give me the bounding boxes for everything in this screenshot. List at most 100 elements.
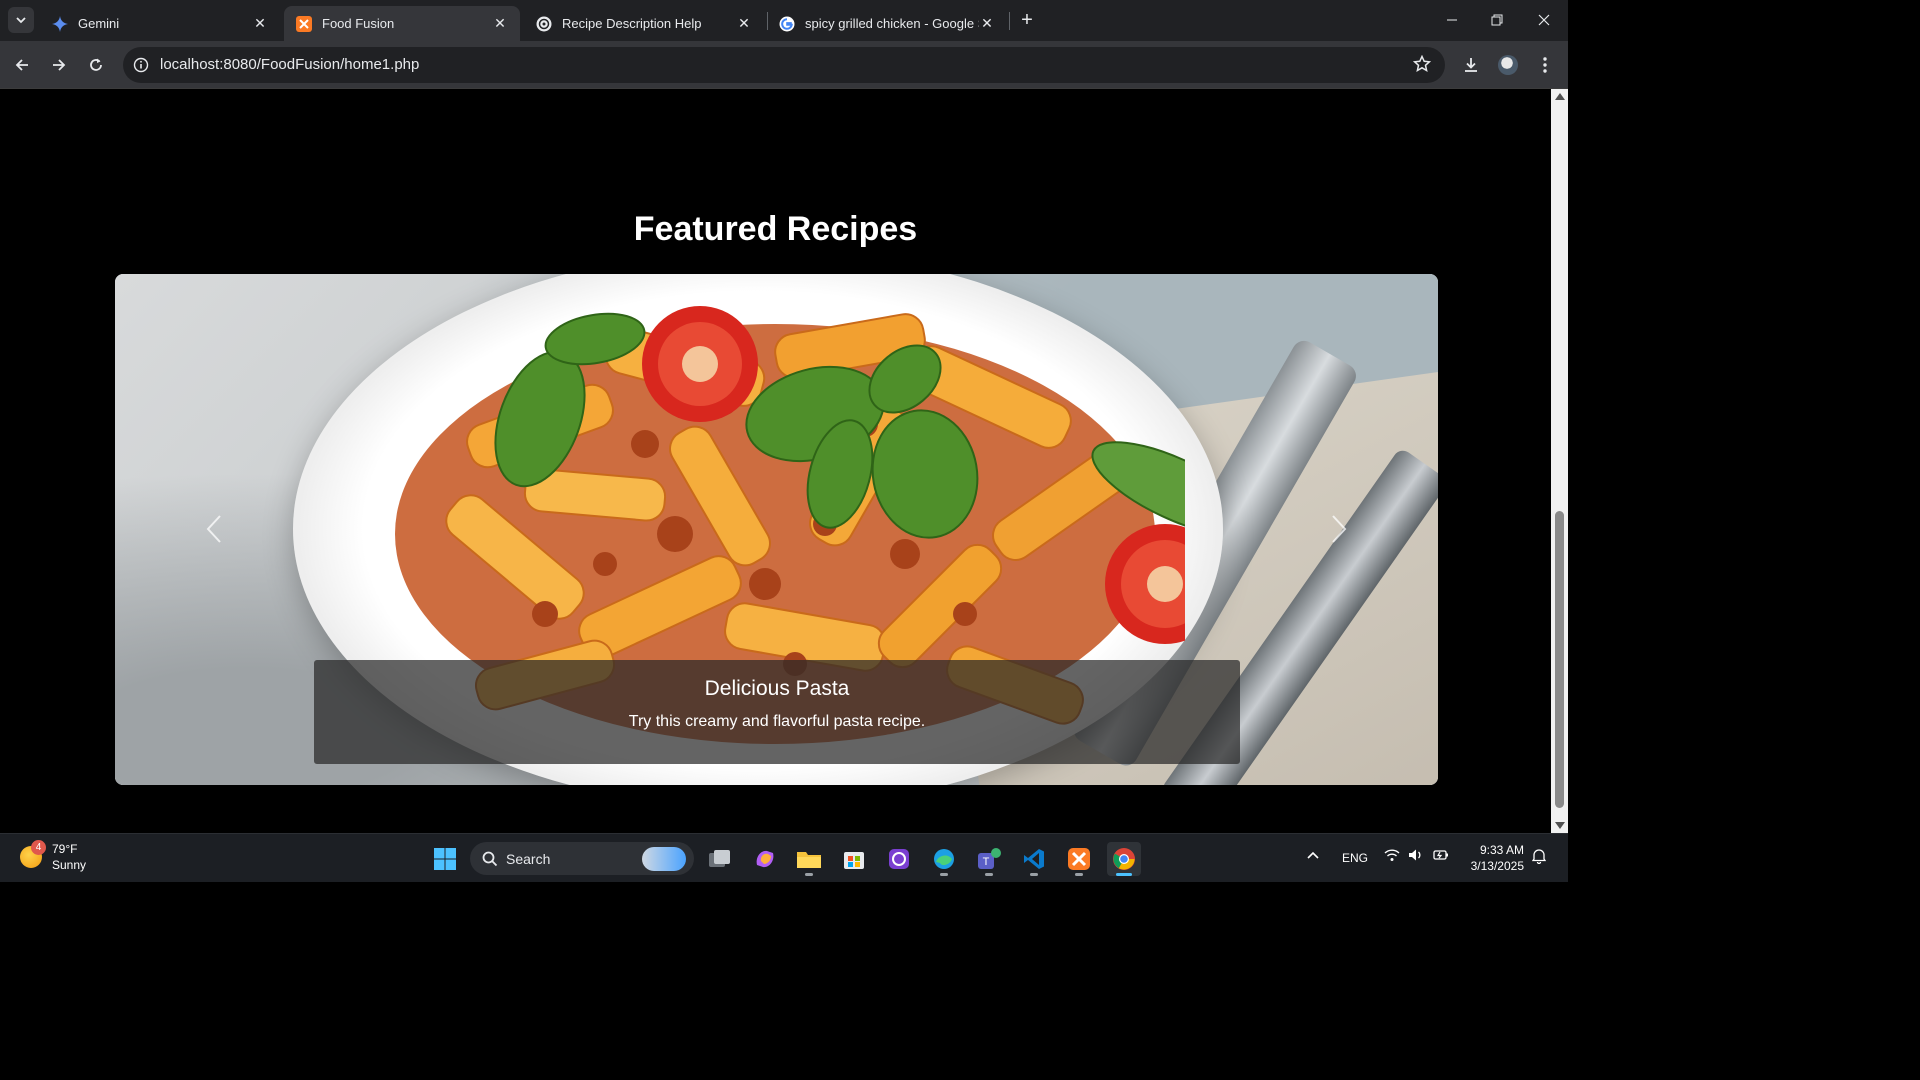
search-highlight-icon	[642, 847, 686, 871]
slide-caption: Delicious Pasta Try this creamy and flav…	[314, 660, 1240, 764]
tab-title: Recipe Description Help	[562, 16, 702, 31]
tab-title: spicy grilled chicken - Google S	[805, 16, 979, 31]
scroll-down-arrow-icon[interactable]	[1555, 822, 1565, 829]
chrome-button[interactable]	[1107, 842, 1141, 876]
taskbar-search[interactable]: Search	[470, 842, 694, 875]
weather-widget[interactable]: 4 79°F Sunny	[20, 840, 87, 873]
tab-strip: Gemini ✕ Food Fusion ✕ Recipe Descriptio…	[0, 0, 1568, 41]
tab-search-button[interactable]	[8, 7, 34, 33]
edge-icon	[934, 849, 954, 869]
slide-title: Delicious Pasta	[704, 677, 850, 700]
carousel-next-button[interactable]	[1324, 514, 1354, 544]
clock-date: 3/13/2025	[1470, 859, 1524, 873]
downloads-icon[interactable]	[1459, 53, 1483, 77]
tab-title: Gemini	[78, 16, 120, 31]
minimize-icon	[1447, 19, 1457, 21]
bookmark-star-icon[interactable]	[1412, 54, 1432, 78]
file-explorer-button[interactable]	[792, 842, 826, 876]
restore-icon	[1491, 14, 1503, 26]
restore-button[interactable]	[1474, 0, 1520, 40]
battery-icon[interactable]	[1433, 848, 1449, 865]
microsoft-store-button[interactable]	[837, 842, 871, 876]
weather-temp: 79°F	[52, 842, 78, 856]
featured-recipes-heading: Featured Recipes	[633, 210, 918, 248]
chrome-icon	[1113, 848, 1135, 870]
browser-toolbar: localhost:8080/FoodFusion/home1.php	[0, 41, 1568, 89]
address-bar[interactable]: localhost:8080/FoodFusion/home1.php	[123, 47, 1445, 83]
avatar	[1498, 55, 1518, 75]
running-indicator	[805, 873, 813, 876]
tray-overflow-chevron-icon[interactable]	[1306, 848, 1320, 865]
tab-food-fusion[interactable]: Food Fusion ✕	[284, 6, 520, 41]
language-indicator[interactable]: ENG	[1342, 851, 1368, 865]
edge-button[interactable]	[927, 842, 961, 876]
vertical-scrollbar[interactable]	[1551, 89, 1568, 833]
close-icon[interactable]: ✕	[736, 15, 752, 32]
close-icon	[1538, 14, 1550, 26]
vscode-button[interactable]	[1017, 842, 1051, 876]
app-icon	[889, 849, 909, 869]
windows-taskbar: 4 79°F Sunny Search T ENG 9:33 AM 3/13/2…	[0, 833, 1568, 882]
close-icon[interactable]: ✕	[252, 15, 268, 32]
tab-separator	[1009, 12, 1010, 30]
weather-condition: Sunny	[52, 858, 87, 872]
xampp-button[interactable]	[1062, 842, 1096, 876]
volume-icon[interactable]	[1408, 848, 1424, 865]
chevron-left-icon	[206, 515, 221, 543]
featured-carousel[interactable]: Delicious Pasta Try this creamy and flav…	[115, 274, 1438, 785]
site-info-icon[interactable]	[131, 55, 151, 75]
xampp-icon	[1068, 848, 1090, 870]
menu-kebab-icon[interactable]	[1533, 53, 1557, 77]
store-icon	[844, 852, 864, 869]
vscode-icon	[1024, 849, 1044, 869]
close-icon[interactable]: ✕	[979, 15, 995, 32]
teams-button[interactable]: T	[972, 842, 1006, 876]
carousel-prev-button[interactable]	[199, 514, 229, 544]
close-window-button[interactable]	[1521, 0, 1567, 40]
reload-icon	[90, 58, 102, 71]
tab-recipe-description-help[interactable]: Recipe Description Help ✕	[524, 6, 764, 41]
tab-gemini[interactable]: Gemini ✕	[40, 6, 280, 41]
scroll-thumb[interactable]	[1555, 511, 1564, 808]
arrow-left-icon	[15, 59, 28, 71]
tab-title: Food Fusion	[322, 16, 395, 31]
chatgpt-icon	[536, 16, 552, 32]
task-view-button[interactable]	[703, 842, 737, 876]
back-button[interactable]	[8, 51, 36, 79]
task-view-icon	[709, 850, 730, 867]
running-indicator	[1116, 873, 1132, 876]
slide-description: Try this creamy and flavorful pasta reci…	[628, 713, 926, 730]
minimize-button[interactable]	[1429, 0, 1475, 40]
sun-icon: 4	[20, 840, 46, 868]
profile-avatar[interactable]	[1496, 53, 1520, 77]
chevron-down-icon	[16, 17, 26, 24]
running-indicator	[985, 873, 993, 876]
svg-text:T: T	[983, 856, 990, 868]
copilot-button[interactable]	[748, 842, 782, 876]
system-clock[interactable]: 9:33 AM 3/13/2025	[1462, 842, 1524, 874]
folder-icon	[797, 852, 821, 868]
windows-logo-icon	[434, 848, 456, 870]
notification-badge: 4	[31, 840, 46, 855]
copilot-icon	[756, 850, 774, 868]
teams-icon: T	[978, 848, 1001, 869]
url-text[interactable]: localhost:8080/FoodFusion/home1.php	[160, 56, 419, 73]
start-button[interactable]	[428, 842, 462, 876]
new-tab-button[interactable]: +	[1016, 9, 1038, 31]
chevron-right-icon	[1332, 515, 1347, 543]
search-icon	[482, 851, 498, 866]
xampp-icon	[296, 15, 312, 32]
google-icon	[779, 16, 795, 32]
app-button-purple[interactable]	[882, 842, 916, 876]
forward-button[interactable]	[45, 51, 73, 79]
tab-google-search[interactable]: spicy grilled chicken - Google S ✕	[767, 6, 1007, 41]
page-viewport: Featured Recipes Delicious Pasta Try thi…	[0, 89, 1551, 833]
wifi-icon[interactable]	[1384, 848, 1400, 865]
gemini-icon	[52, 15, 68, 32]
notifications-bell-icon[interactable]	[1531, 848, 1547, 867]
clock-time: 9:33 AM	[1479, 843, 1524, 857]
scroll-up-arrow-icon[interactable]	[1555, 93, 1565, 100]
reload-button[interactable]	[82, 51, 110, 79]
close-icon[interactable]: ✕	[492, 15, 508, 32]
running-indicator	[940, 873, 948, 876]
